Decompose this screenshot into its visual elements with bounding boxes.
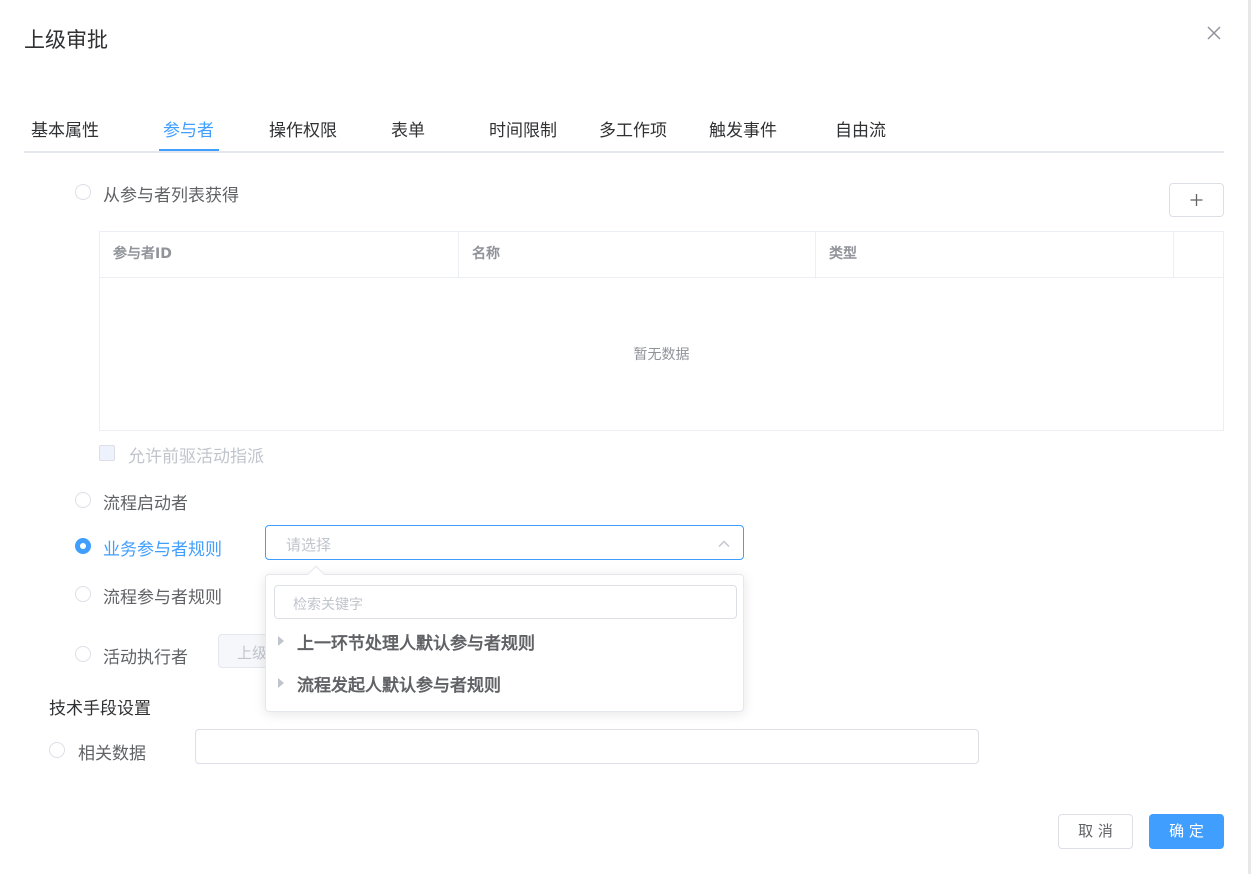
tech-section-title: 技术手段设置 (49, 699, 151, 719)
table-empty-text: 暂无数据 (633, 347, 690, 363)
radio-process-rule-label[interactable]: 流程参与者规则 (103, 583, 222, 608)
participant-table: 参与者ID 名称 类型 暂无数据 (99, 231, 1224, 431)
caret-right-icon[interactable] (278, 678, 284, 688)
tab-time-limit[interactable]: 时间限制 (489, 116, 557, 141)
tree-item-label: 上一环节处理人默认参与者规则 (297, 634, 535, 654)
radio-business-rule[interactable] (75, 538, 91, 554)
radio-activity-executor[interactable] (75, 646, 91, 662)
tab-permissions[interactable]: 操作权限 (269, 116, 337, 141)
activity-executor-value: 上级 (237, 644, 268, 662)
tab-participants[interactable]: 参与者 (163, 116, 214, 141)
radio-activity-executor-label[interactable]: 活动执行者 (103, 643, 188, 668)
caret-right-icon[interactable] (278, 636, 284, 646)
radio-process-starter-label[interactable]: 流程启动者 (103, 489, 188, 514)
add-participant-button[interactable] (1169, 183, 1224, 217)
allow-predecessor-checkbox (99, 445, 115, 461)
cancel-button[interactable]: 取 消 (1058, 814, 1133, 849)
tab-trigger-events[interactable]: 触发事件 (709, 116, 777, 141)
radio-from-list-label[interactable]: 从参与者列表获得 (103, 181, 239, 206)
column-actions (1174, 232, 1223, 277)
table-header: 参与者ID 名称 类型 (100, 232, 1223, 278)
radio-business-rule-label[interactable]: 业务参与者规则 (103, 535, 222, 560)
close-icon[interactable] (1203, 22, 1225, 44)
radio-from-list[interactable] (75, 184, 91, 200)
tab-bar: 基本属性 参与者 操作权限 表单 时间限制 多工作项 触发事件 自由流 (24, 108, 1224, 153)
dropdown-search-placeholder: 检索关键字 (293, 597, 363, 613)
radio-related-data[interactable] (49, 742, 65, 758)
related-data-input[interactable] (195, 729, 979, 764)
chevron-up-icon (717, 536, 731, 550)
column-participant-id: 参与者ID (100, 232, 459, 277)
radio-related-data-label[interactable]: 相关数据 (78, 739, 146, 764)
business-rule-select-placeholder: 请选择 (286, 536, 332, 554)
active-tab-indicator (159, 149, 219, 151)
confirm-button[interactable]: 确 定 (1149, 814, 1224, 849)
tab-multi-workitem[interactable]: 多工作项 (599, 116, 667, 141)
tab-basic-properties[interactable]: 基本属性 (31, 116, 99, 141)
column-name: 名称 (459, 232, 816, 277)
dialog-title: 上级审批 (24, 28, 108, 52)
radio-process-starter[interactable] (75, 492, 91, 508)
business-rule-dropdown: 检索关键字 上一环节处理人默认参与者规则 流程发起人默认参与者规则 (265, 574, 744, 712)
column-type: 类型 (816, 232, 1174, 277)
tree-item-label: 流程发起人默认参与者规则 (297, 676, 501, 696)
tab-free-flow[interactable]: 自由流 (835, 116, 886, 141)
dropdown-search-input[interactable]: 检索关键字 (274, 585, 737, 619)
radio-process-rule[interactable] (75, 586, 91, 602)
business-rule-select[interactable]: 请选择 (265, 525, 744, 560)
tab-form[interactable]: 表单 (391, 116, 425, 141)
allow-predecessor-label: 允许前驱活动指派 (128, 447, 264, 467)
